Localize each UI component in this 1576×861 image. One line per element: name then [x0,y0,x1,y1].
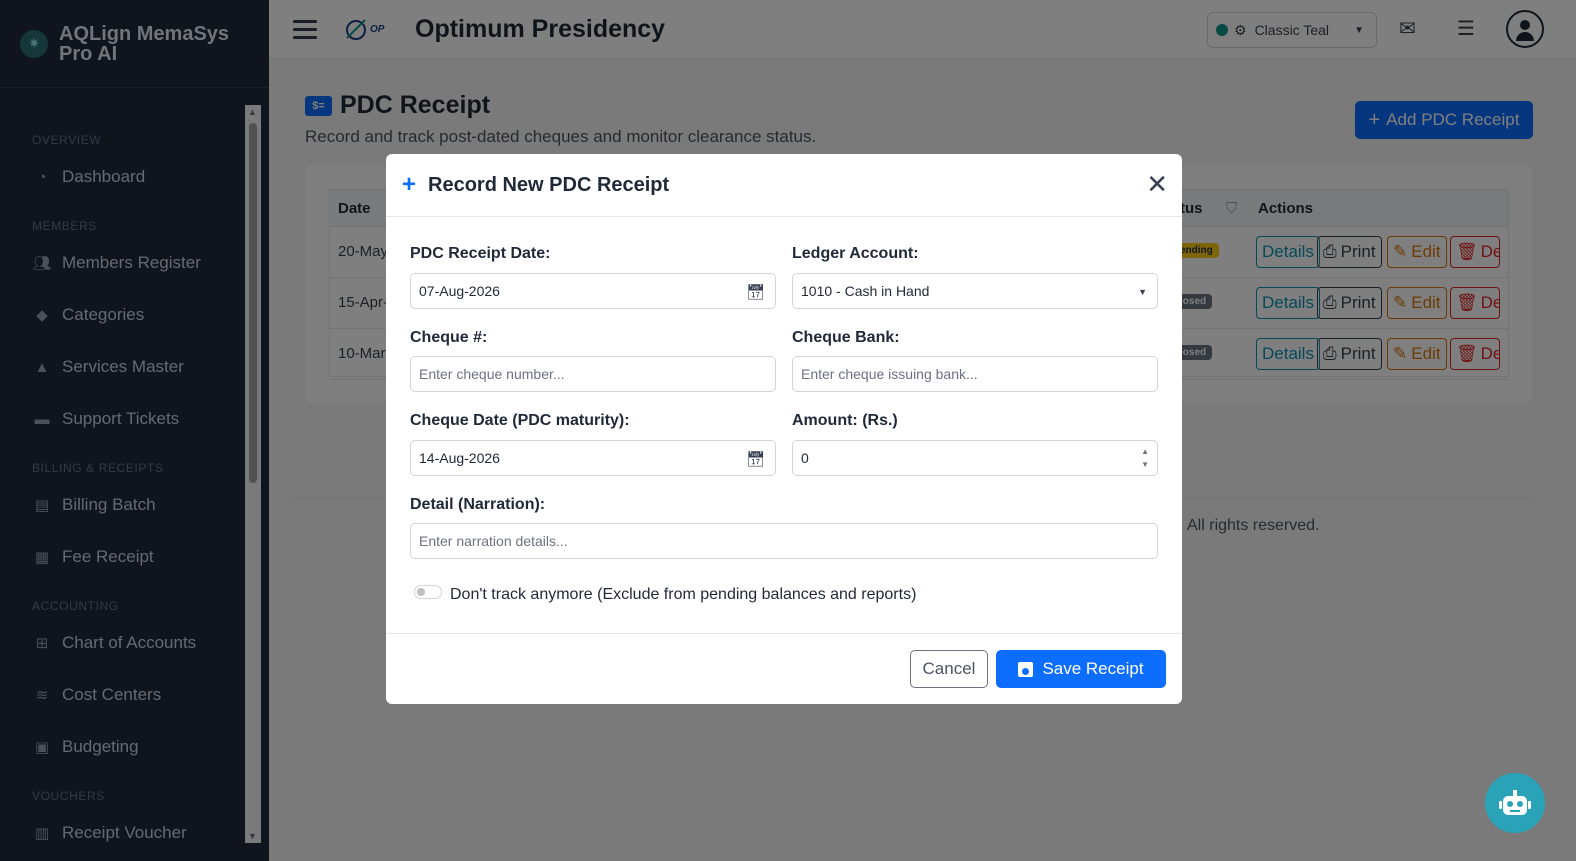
amount-label: Amount: (Rs.) [792,412,898,429]
chatbot-robot-icon[interactable] [1485,773,1545,833]
save-receipt-button[interactable]: Save Receipt [996,650,1166,688]
number-stepper-icon[interactable]: ▲ ▼ [1141,445,1149,471]
plus-icon: + [402,171,417,198]
ledger-account-select[interactable]: 1010 - Cash in Hand ▼ [792,273,1158,309]
narration-input[interactable]: Enter narration details... [410,523,1158,559]
modal-title: Record New PDC Receipt [428,173,670,196]
floppy-disk-icon [1018,661,1034,677]
modal-body: PDC Receipt Date: 07-Aug-2026 📅︎ Ledger … [386,217,1182,633]
ledger-account-label: Ledger Account: [792,245,919,262]
calendar-icon[interactable]: 📅︎ [746,450,765,468]
cheque-bank-input[interactable]: Enter cheque issuing bank... [792,356,1158,392]
dont-track-toggle[interactable] [414,585,442,599]
receipt-date-input[interactable]: 07-Aug-2026 📅︎ [410,273,776,309]
robot-icon [1499,790,1531,815]
calendar-icon[interactable]: 📅︎ [746,283,765,301]
cancel-button[interactable]: Cancel [910,650,988,688]
chevron-down-icon: ▼ [1138,287,1147,297]
record-pdc-modal: + Record New PDC Receipt ✕ PDC Receipt D… [386,154,1182,704]
cheque-date-label: Cheque Date (PDC maturity): [410,412,630,429]
modal-footer: Cancel Save Receipt [386,633,1182,704]
narration-label: Detail (Narration): [410,496,546,513]
dont-track-label[interactable]: Don't track anymore (Exclude from pendin… [450,586,916,604]
cheque-date-input[interactable]: 14-Aug-2026 📅︎ [410,440,776,476]
cheque-number-label: Cheque #: [410,329,488,346]
cheque-number-input[interactable]: Enter cheque number... [410,356,776,392]
amount-input[interactable]: 0 ▲ ▼ [792,440,1158,476]
close-icon[interactable]: ✕ [1146,171,1168,197]
modal-header: + Record New PDC Receipt ✕ [386,154,1182,217]
cheque-bank-label: Cheque Bank: [792,329,900,346]
receipt-date-label: PDC Receipt Date: [410,245,551,262]
